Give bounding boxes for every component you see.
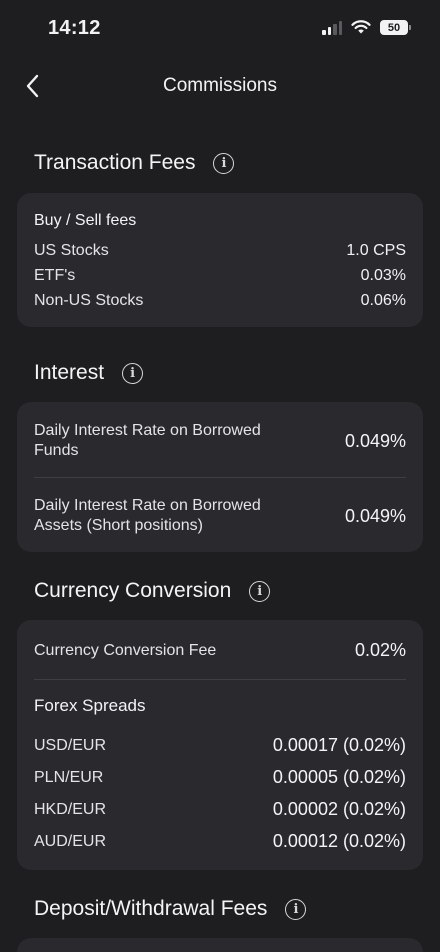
cellular-signal-icon xyxy=(322,20,342,35)
divider xyxy=(34,679,406,680)
status-time: 14:12 xyxy=(48,17,101,39)
section-title: Transaction Fees xyxy=(34,151,196,174)
section-title: Currency Conversion xyxy=(34,579,232,602)
fee-label: US Stocks xyxy=(34,242,109,259)
status-bar: 14:12 50 xyxy=(0,0,440,58)
wifi-icon xyxy=(351,20,371,34)
spread-row: USD/EUR 0.00017 (0.02%) xyxy=(34,735,406,756)
spread-value: 0.00017 (0.02%) xyxy=(272,735,406,755)
info-icon[interactable]: i xyxy=(122,362,144,384)
spread-row: AUD/EUR 0.00012 (0.02%) xyxy=(34,831,406,852)
fee-value: 1.0 CPS xyxy=(346,242,406,259)
conversion-fee-value: 0.02% xyxy=(354,640,406,660)
interest-card: Daily Interest Rate on Borrowed Funds 0.… xyxy=(17,402,423,552)
interest-row: Daily Interest Rate on Borrowed Funds 0.… xyxy=(34,421,406,461)
currency-pair: USD/EUR xyxy=(34,736,107,754)
spread-value: 0.00002 (0.02%) xyxy=(272,799,406,819)
section-title: Interest xyxy=(34,361,105,384)
currency-conversion-card: Currency Conversion Fee 0.02% Forex Spre… xyxy=(17,620,423,870)
status-icons: 50 xyxy=(322,20,411,35)
divider xyxy=(34,477,406,478)
deposit-withdrawal-header: Deposit/Withdrawal Fees i xyxy=(34,897,307,921)
info-icon[interactable]: i xyxy=(249,580,271,602)
interest-value: 0.049% xyxy=(344,430,406,451)
forex-spreads-heading: Forex Spreads xyxy=(34,696,146,715)
currency-pair: AUD/EUR xyxy=(34,832,107,850)
page-title: Commissions xyxy=(162,75,278,96)
fee-label: ETF's xyxy=(34,267,76,284)
conversion-fee-label: Currency Conversion Fee xyxy=(34,641,217,659)
nav-bar: Commissions xyxy=(0,64,440,108)
spread-row: PLN/EUR 0.00005 (0.02%) xyxy=(34,767,406,788)
interest-row: Daily Interest Rate on Borrowed Assets (… xyxy=(34,496,406,536)
spread-row: HKD/EUR 0.00002 (0.02%) xyxy=(34,799,406,820)
interest-value: 0.049% xyxy=(344,505,406,526)
currency-conversion-header: Currency Conversion i xyxy=(34,579,271,603)
deposit-withdrawal-card xyxy=(17,938,423,952)
fee-row: US Stocks 1.0 CPS xyxy=(34,242,406,260)
fee-value: 0.03% xyxy=(360,267,406,284)
transaction-fees-card: Buy / Sell fees US Stocks 1.0 CPS ETF's … xyxy=(17,193,423,327)
currency-pair: PLN/EUR xyxy=(34,768,104,786)
section-title: Deposit/Withdrawal Fees xyxy=(34,897,268,920)
spread-value: 0.00005 (0.02%) xyxy=(272,767,406,787)
conversion-fee-row: Currency Conversion Fee 0.02% xyxy=(34,640,406,661)
info-icon[interactable]: i xyxy=(213,152,235,174)
fee-row: ETF's 0.03% xyxy=(34,267,406,285)
fee-label: Non-US Stocks xyxy=(34,292,144,309)
fee-row: Non-US Stocks 0.06% xyxy=(34,292,406,310)
interest-header: Interest i xyxy=(34,361,144,385)
transaction-fees-header: Transaction Fees i xyxy=(34,151,235,175)
interest-label: Daily Interest Rate on Borrowed Funds xyxy=(34,422,261,459)
info-icon[interactable]: i xyxy=(285,898,307,920)
buy-sell-heading: Buy / Sell fees xyxy=(34,212,137,229)
battery-icon: 50 xyxy=(380,20,411,35)
fee-value: 0.06% xyxy=(360,292,406,309)
spread-value: 0.00012 (0.02%) xyxy=(272,831,406,851)
currency-pair: HKD/EUR xyxy=(34,800,107,818)
interest-label: Daily Interest Rate on Borrowed Assets (… xyxy=(34,497,261,534)
